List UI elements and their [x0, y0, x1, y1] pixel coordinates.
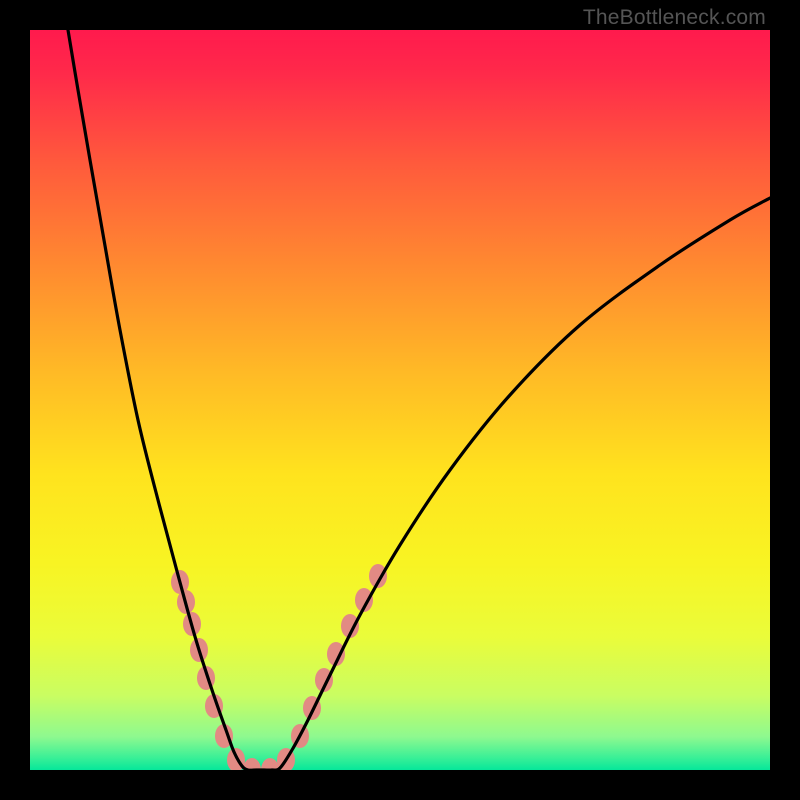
watermark-text: TheBottleneck.com [583, 6, 766, 30]
data-dot [261, 758, 279, 770]
plot-area [30, 30, 770, 770]
v-curve [68, 30, 770, 770]
curve-layer [30, 30, 770, 770]
outer-frame: TheBottleneck.com [0, 0, 800, 800]
